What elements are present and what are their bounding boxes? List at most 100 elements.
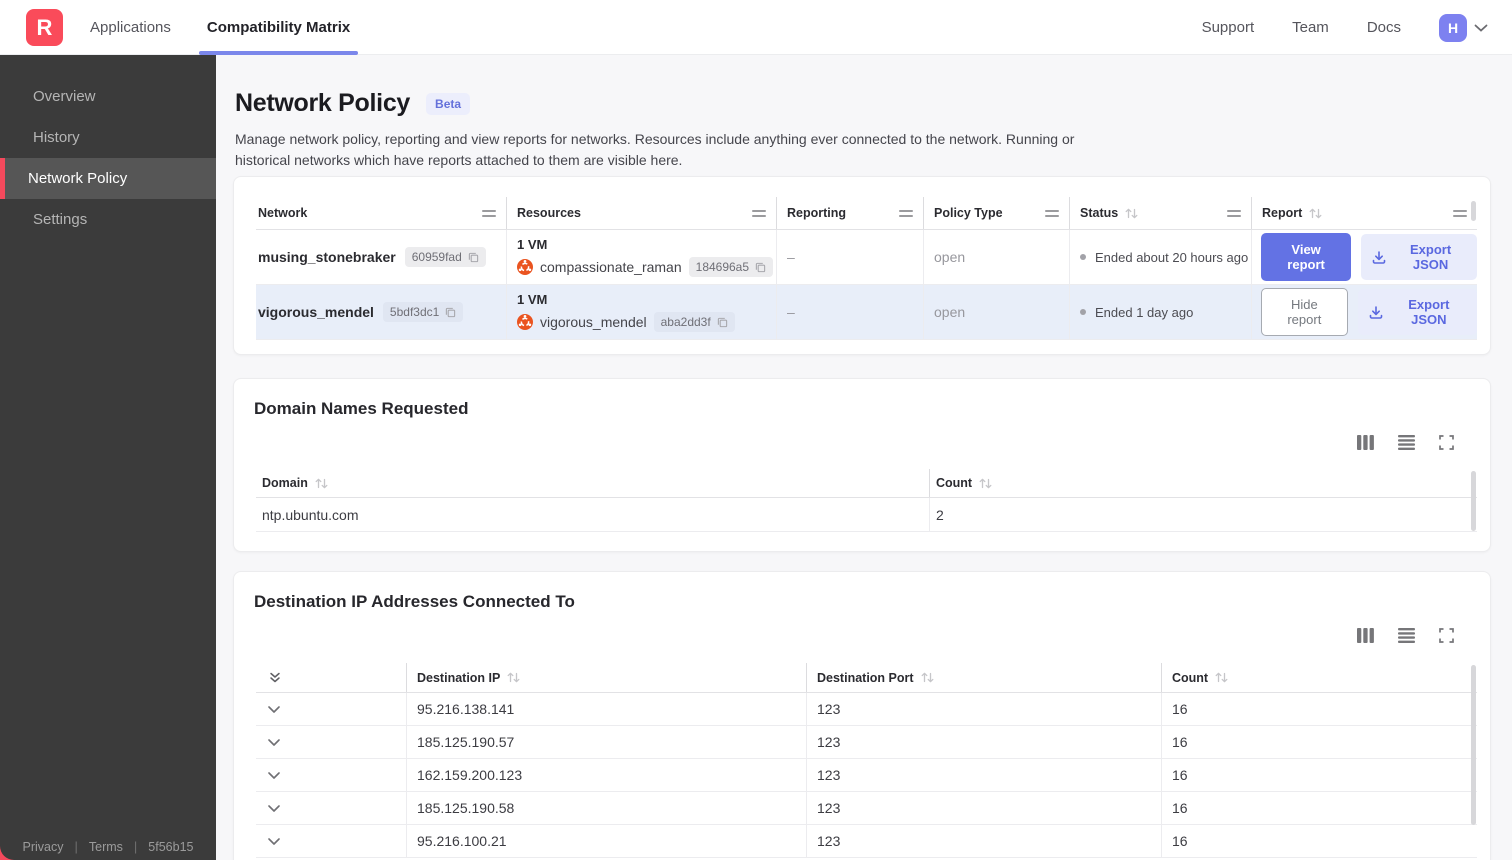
sort-icon[interactable] [1215,672,1228,683]
column-resize-handle[interactable] [899,209,913,217]
view-report-button[interactable]: View report [1261,233,1352,281]
table-row[interactable]: 185.125.190.58 123 16 [256,792,1477,825]
copy-icon[interactable] [468,252,479,263]
table-tools [1357,435,1454,450]
top-navbar: R Applications Compatibility Matrix Supp… [0,0,1512,55]
destination-ip-cell: 162.159.200.123 [406,759,806,791]
column-header-destination-port: Destination Port [806,663,1161,692]
footer-separator: | [74,839,78,854]
sort-icon[interactable] [315,478,328,489]
sidebar-item-history[interactable]: History [0,117,216,158]
vm-count: 1 VM [517,237,548,252]
vm-count: 1 VM [517,292,548,307]
tab-compatibility-matrix[interactable]: Compatibility Matrix [198,0,359,55]
resource-id-badge: 184696a5 [688,257,774,277]
terms-link[interactable]: Terms [89,840,123,854]
sidebar-footer: Privacy | Terms | 5f56b15 [0,839,216,854]
domain-cell: ntp.ubuntu.com [262,506,359,523]
table-row[interactable]: musing_stonebraker 60959fad 1 VM compass… [256,230,1477,285]
chevron-down-icon[interactable] [1474,24,1488,32]
footer-separator: | [133,839,138,854]
hide-report-button[interactable]: Hide report [1261,288,1348,336]
sidebar-item-overview[interactable]: Overview [0,76,216,117]
resources-cell: 1 VM compassionate_raman 184696a5 [506,230,776,284]
copy-icon[interactable] [445,307,456,318]
copy-icon[interactable] [755,262,766,273]
status-text: Ended about 20 hours ago [1095,249,1249,265]
copy-icon[interactable] [717,317,728,328]
export-json-button[interactable]: Export JSON [1361,234,1477,280]
destination-table: Destination IP Destination Port Count 95… [256,663,1477,858]
sort-icon[interactable] [979,478,992,489]
table-row[interactable]: 95.216.100.21 123 16 [256,825,1477,858]
report-cell: Hide report Export JSON [1251,285,1477,339]
secondary-nav: Support Team Docs H [1202,0,1488,55]
sidebar-item-settings[interactable]: Settings [0,199,216,240]
columns-icon[interactable] [1357,435,1374,450]
export-json-button[interactable]: Export JSON [1357,289,1477,335]
privacy-link[interactable]: Privacy [23,840,64,854]
chevron-down-icon[interactable] [268,705,280,713]
download-icon [1372,250,1386,264]
page-header: Network Policy Beta [235,89,471,118]
brand-logo-letter: R [36,14,53,40]
column-resize-handle[interactable] [1227,209,1241,217]
expand-all-header [256,663,406,692]
tab-applications[interactable]: Applications [90,0,171,55]
chevron-down-icon[interactable] [268,804,280,812]
download-icon [1369,305,1383,319]
network-table: Network Resources Reporting Policy Type … [256,197,1477,340]
avatar[interactable]: H [1439,13,1467,42]
column-resize-handle[interactable] [482,209,496,217]
column-resize-handle[interactable] [1453,209,1467,217]
column-header-destination-ip: Destination IP [406,663,806,692]
sort-icon[interactable] [1125,208,1138,219]
chevron-down-icon[interactable] [268,738,280,746]
destination-ip-card: Destination IP Addresses Connected To De… [233,571,1491,860]
expander-cell [256,759,406,791]
fullscreen-icon[interactable] [1439,435,1454,450]
column-header-report: Report [1251,197,1477,229]
nav-link-docs[interactable]: Docs [1367,19,1401,36]
network-policy-card: Network Resources Reporting Policy Type … [233,176,1491,355]
sort-icon[interactable] [507,672,520,683]
destination-ip-cell: 185.125.190.58 [406,792,806,824]
chevron-down-icon[interactable] [268,837,280,845]
sidebar: Overview History Network Policy Settings… [0,55,216,860]
nav-link-team[interactable]: Team [1292,19,1329,36]
scrollbar-thumb[interactable] [1471,201,1476,221]
column-resize-handle[interactable] [1045,209,1059,217]
destination-table-header: Destination IP Destination Port Count [256,663,1477,693]
table-row[interactable]: 185.125.190.57 123 16 [256,726,1477,759]
fullscreen-icon[interactable] [1439,628,1454,643]
sort-icon[interactable] [1309,208,1322,219]
table-row[interactable]: 162.159.200.123 123 16 [256,759,1477,792]
rows-icon[interactable] [1398,435,1415,450]
status-cell: Ended 1 day ago [1069,285,1251,339]
count-cell: 16 [1161,759,1477,791]
scrollbar-thumb[interactable] [1471,471,1476,531]
expand-all-icon[interactable] [269,672,281,683]
network-id-badge: 5bdf3dc1 [382,302,464,322]
column-header-count: Count [1161,663,1477,692]
column-resize-handle[interactable] [752,209,766,217]
user-menu[interactable]: H [1439,13,1488,42]
network-cell: musing_stonebraker 60959fad [256,230,506,284]
network-table-header: Network Resources Reporting Policy Type … [256,197,1477,230]
domain-names-card: Domain Names Requested Domain Count ntp.… [233,378,1491,552]
rows-icon[interactable] [1398,628,1415,643]
sort-icon[interactable] [921,672,934,683]
brand-logo[interactable]: R [26,9,63,46]
table-row[interactable]: 95.216.138.141 123 16 [256,693,1477,726]
sidebar-item-network-policy[interactable]: Network Policy [0,158,216,199]
domain-table: Domain Count ntp.ubuntu.com 2 [256,469,1477,532]
status-dot [1080,254,1086,260]
network-cell: vigorous_mendel 5bdf3dc1 [256,285,506,339]
columns-icon[interactable] [1357,628,1374,643]
count-cell: 2 [929,498,1477,531]
chevron-down-icon[interactable] [268,771,280,779]
scrollbar-thumb[interactable] [1471,665,1476,825]
column-header-resources: Resources [506,197,776,229]
nav-link-support[interactable]: Support [1202,19,1255,36]
table-row[interactable]: vigorous_mendel 5bdf3dc1 1 VM vigorous_m… [256,285,1477,340]
